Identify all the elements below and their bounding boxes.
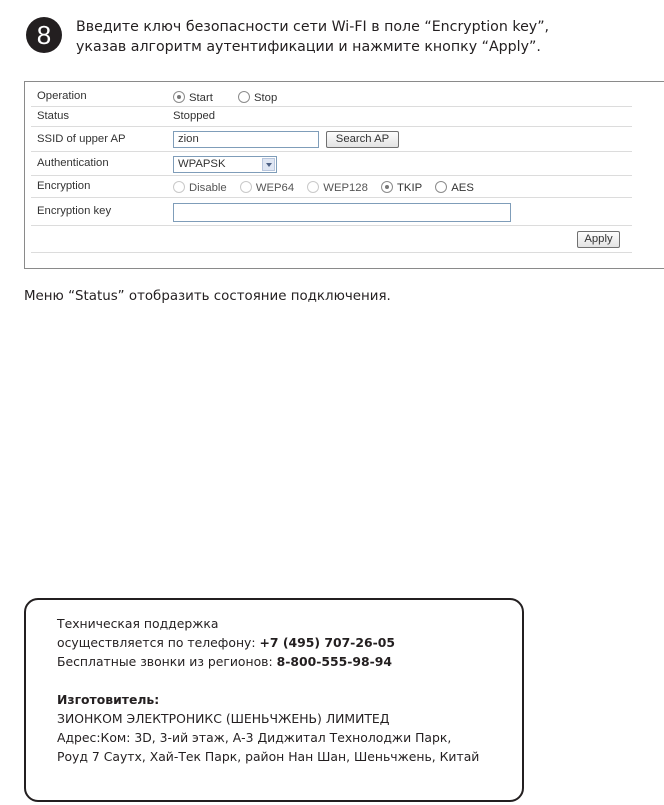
operation-stop-radio[interactable] <box>238 91 250 103</box>
operation-row: Operation Start Stop <box>31 88 632 107</box>
apply-row: Apply <box>31 226 632 253</box>
authentication-row: Authentication WPAPSK <box>31 152 632 176</box>
ssid-input[interactable]: zion <box>173 131 319 148</box>
chevron-down-icon[interactable] <box>262 158 275 171</box>
encryption-wep128-radio[interactable] <box>307 181 320 193</box>
encryption-wep64-radio[interactable] <box>239 181 252 193</box>
status-row: Status Stopped <box>31 107 632 127</box>
encryption-wep64-option[interactable]: WEP64 <box>239 181 294 194</box>
manufacturer-title: Изготовитель: <box>57 692 160 707</box>
support-info-box: Техническая поддержка осуществляется по … <box>24 598 524 802</box>
encryption-tkip-radio[interactable] <box>381 181 394 193</box>
ssid-row: SSID of upper AP zion Search AP <box>31 127 632 152</box>
authentication-label: Authentication <box>37 157 109 169</box>
step-text-line-2: указав алгоритм аутентификации и нажмите… <box>76 39 541 55</box>
operation-start-radio[interactable] <box>173 91 185 103</box>
support-free-phone-line: Бесплатные звонки из регионов: 8-800-555… <box>57 654 392 669</box>
manufacturer-name: ЗИОНКОМ ЭЛЕКТРОНИКС (ШЕНЬЧЖЕНЬ) ЛИМИТЕД <box>57 711 390 726</box>
encryption-disable-radio[interactable] <box>173 181 185 193</box>
support-free-phone: 8-800-555-98-94 <box>276 654 392 669</box>
support-phone-line: осуществляется по телефону: +7 (495) 707… <box>57 635 395 650</box>
encryption-tkip-option[interactable]: TKIP <box>381 181 422 194</box>
status-value: Stopped <box>173 110 216 122</box>
step-number-badge: 8 <box>26 17 62 53</box>
status-label: Status <box>37 110 70 122</box>
operation-label: Operation <box>37 90 87 102</box>
authentication-select[interactable]: WPAPSK <box>173 156 277 173</box>
status-menu-caption: Меню “Status” отобразить состояние подкл… <box>24 289 391 304</box>
step-text-line-1: Введите ключ безопасности сети Wi-FI в п… <box>76 19 550 35</box>
encryption-aes-radio[interactable] <box>435 181 448 193</box>
operation-stop-option[interactable]: Stop <box>238 91 277 104</box>
support-title: Техническая поддержка <box>57 616 219 631</box>
manufacturer-address-line-1: Адрес:Ком: 3D, 3-ий этаж, А-3 Диджитал Т… <box>57 730 452 745</box>
apply-button[interactable]: Apply <box>577 231 620 248</box>
operation-start-option[interactable]: Start <box>173 91 213 104</box>
encryption-disable-option[interactable]: Disable <box>173 181 227 194</box>
manufacturer-address-line-2: Роуд 7 Саутх, Хай-Тек Парк, район Нан Ша… <box>57 749 480 764</box>
support-phone: +7 (495) 707-26-05 <box>259 635 395 650</box>
encryption-wep128-option[interactable]: WEP128 <box>307 181 368 194</box>
encryption-key-input[interactable] <box>173 203 511 222</box>
wireless-settings-panel: Operation Start Stop Status Stopped SSID… <box>24 81 664 269</box>
encryption-key-label: Encryption key <box>37 205 112 217</box>
ssid-label: SSID of upper AP <box>37 133 126 145</box>
encryption-key-row: Encryption key <box>31 198 632 226</box>
encryption-label: Encryption <box>37 180 91 192</box>
authentication-value: WPAPSK <box>178 158 226 170</box>
step-text: Введите ключ безопасности сети Wi-FI в п… <box>76 17 646 57</box>
search-ap-button[interactable]: Search AP <box>326 131 399 148</box>
encryption-row: Encryption Disable WEP64 WEP128 TKIP AES <box>31 176 632 198</box>
encryption-aes-option[interactable]: AES <box>435 181 474 194</box>
